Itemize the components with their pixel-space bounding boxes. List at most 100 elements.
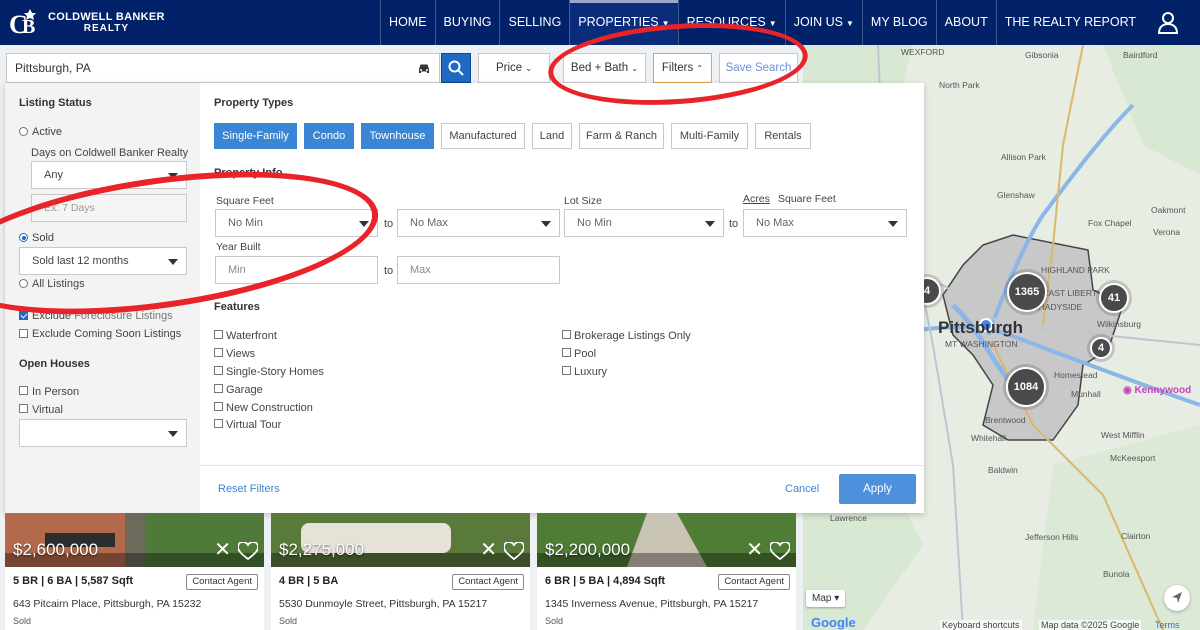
active-radio[interactable] [19,127,28,136]
filters-button[interactable]: Filters ⌃ [653,53,712,83]
nav-resources[interactable]: RESOURCES ▼ [677,0,785,45]
save-search-button[interactable]: Save Search [719,53,798,83]
dismiss-icon[interactable]: ✕ [480,540,497,560]
listing-price: $2,600,000 [13,540,99,559]
ptype-land[interactable]: Land [532,123,572,149]
listing-card[interactable]: $2,275,000 ✕ 4 BR | 5 BA Contact Agent 5… [271,513,530,630]
contact-agent-button[interactable]: Contact Agent [186,574,258,590]
sqft-max-select[interactable]: No Max [397,209,560,237]
acres-toggle[interactable]: Acres [743,193,770,205]
contact-agent-button[interactable]: Contact Agent [452,574,524,590]
cancel-link[interactable]: Cancel [785,483,819,495]
exclude-coming-soon-checkbox[interactable] [19,329,28,338]
open-house-date-select[interactable] [19,419,187,447]
caret-down-icon [541,221,551,227]
map-label: Baldwin [988,465,1018,475]
map-cluster[interactable]: 1084 [1006,367,1046,407]
sold-label: Sold [32,232,55,244]
caret-down-icon: ▼ [768,19,777,28]
feature-checkbox[interactable] [214,366,223,375]
square-feet-unit-toggle[interactable]: Square Feet [778,193,836,205]
listing-address[interactable]: 1345 Inverness Avenue, Pittsburgh, PA 15… [545,598,758,610]
dismiss-icon[interactable]: ✕ [746,540,763,560]
favorite-heart-icon[interactable] [770,542,790,560]
feature-checkbox[interactable] [562,348,571,357]
feature-checkbox[interactable] [214,384,223,393]
caret-down-icon: ▼ [846,19,854,28]
map-label: Homestead [1054,370,1098,380]
contact-agent-button[interactable]: Contact Agent [718,574,790,590]
sqft-min-select[interactable]: No Min [215,209,378,237]
all-listings-radio[interactable] [19,279,28,288]
active-label: Active [32,126,62,138]
exclude-checkbox[interactable] [19,311,28,320]
ptype-farm-ranch[interactable]: Farm & Ranch [579,123,664,149]
sold-radio[interactable] [19,233,28,242]
nav-realty-report[interactable]: THE REALTY REPORT [995,0,1144,45]
map-label: McKeesport [1110,453,1156,463]
nav-join-us[interactable]: JOIN US ▼ [784,0,862,45]
lot-size-label: Lot Size [564,195,602,207]
listing-address[interactable]: 5530 Dunmoyle Street, Pittsburgh, PA 152… [279,598,487,610]
map-label: Brentwood [985,415,1026,425]
map-label: North Park [939,80,980,90]
location-search-input[interactable]: Pittsburgh, PA [6,53,440,83]
brand-logo[interactable]: C B COLDWELL BANKER REALTY [8,6,165,40]
nav-about[interactable]: ABOUT [935,0,996,45]
lot-max-select[interactable]: No Max [743,209,907,237]
favorite-heart-icon[interactable] [238,542,258,560]
map-label: Bairdford [1123,50,1158,60]
map-cluster[interactable]: 4 [1090,337,1112,359]
nav-selling[interactable]: SELLING [499,0,569,45]
days-input[interactable]: Ex: 7 Days [31,194,187,222]
nav-buying[interactable]: BUYING [434,0,500,45]
map-label: EAST LIBERTY [1043,288,1103,298]
feature-checkbox[interactable] [214,402,223,411]
virtual-checkbox[interactable] [19,404,28,413]
apply-button[interactable]: Apply [839,474,916,504]
listing-address[interactable]: 643 Pitcairn Place, Pittsburgh, PA 15232 [13,598,201,610]
bed-bath-filter-button[interactable]: Bed + Bath ⌄ [563,53,646,83]
sold-period-select[interactable]: Sold last 12 months [19,247,187,275]
nav-home[interactable]: HOME [380,0,435,45]
reset-filters-link[interactable]: Reset Filters [218,483,280,495]
map-cluster[interactable]: 1365 [1007,272,1047,312]
year-built-min-input[interactable]: Min [215,256,378,284]
google-logo: Google [811,615,856,630]
terms-link[interactable]: Terms [1155,620,1180,630]
feature-checkbox[interactable] [562,330,571,339]
ptype-single-family[interactable]: Single-Family [214,123,297,149]
nav-my-blog[interactable]: MY BLOG [861,0,936,45]
locate-icon[interactable] [1164,585,1190,611]
map-type-select[interactable]: Map ▾ [806,590,846,607]
user-icon[interactable] [1156,10,1180,34]
feature-checkbox[interactable] [214,348,223,357]
all-listings-label: All Listings [32,278,85,290]
nav-properties[interactable]: PROPERTIES ▼ [569,0,678,45]
dismiss-icon[interactable]: ✕ [214,540,231,560]
to-label: to [384,265,394,277]
map-cluster[interactable]: 41 [1099,283,1129,313]
ptype-townhouse[interactable]: Townhouse [361,123,434,149]
ptype-manufactured[interactable]: Manufactured [441,123,525,149]
ptype-multi-family[interactable]: Multi-Family [671,123,748,149]
car-icon[interactable] [417,61,431,75]
search-button[interactable] [441,53,471,83]
feature-checkbox[interactable] [562,366,571,375]
ptype-condo[interactable]: Condo [304,123,354,149]
listing-card[interactable]: $2,200,000 ✕ 6 BR | 5 BA | 4,894 Sqft Co… [537,513,796,630]
feature-checkbox[interactable] [214,330,223,339]
ptype-rentals[interactable]: Rentals [755,123,811,149]
in-person-checkbox[interactable] [19,386,28,395]
days-select[interactable]: Any [31,161,187,189]
top-navbar: C B COLDWELL BANKER REALTY HOME BUYING S… [0,0,1200,45]
price-filter-button[interactable]: Price ⌄ [478,53,550,83]
lot-min-select[interactable]: No Min [564,209,724,237]
feature-virtual-tour-label: Virtual Tour [226,419,282,431]
favorite-heart-icon[interactable] [504,542,524,560]
keyboard-shortcuts-link[interactable]: Keyboard shortcuts [940,620,1022,630]
cb-logo-icon: C B [9,9,36,39]
year-built-max-input[interactable]: Max [397,256,560,284]
feature-checkbox[interactable] [214,419,223,428]
listing-card[interactable]: $2,600,000 ✕ 5 BR | 6 BA | 5,587 Sqft Co… [5,513,264,630]
